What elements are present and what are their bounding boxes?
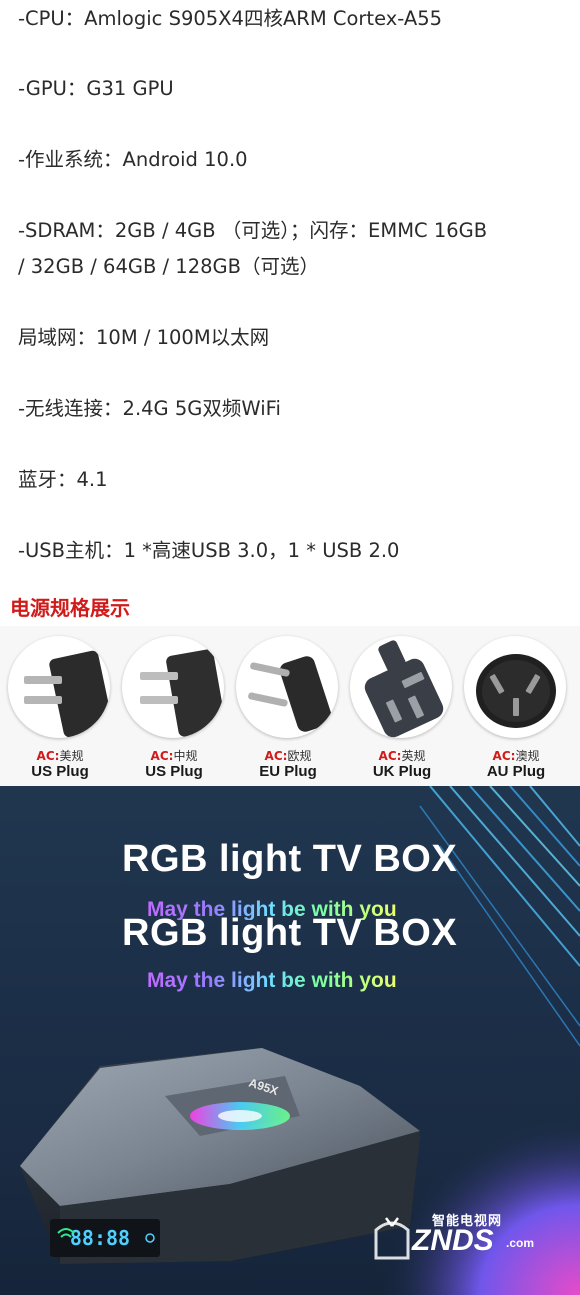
spec-list: -CPU：Amlogic S905X4四核ARM Cortex-A55 -GPU… [0,0,580,588]
uk-plug-image [350,636,452,738]
spec-cpu: -CPU：Amlogic S905X4四核ARM Cortex-A55 [18,7,443,30]
plug-name: AU Plug [486,763,546,780]
plug-us-2: AC:中规 US Plug [122,636,226,781]
eu-plug-image [236,636,338,738]
plug-ac-label: AC:美规 [36,749,84,763]
product-banner: 88:88 A95X RGB light TV BOX May the ligh… [0,786,580,1295]
plug-name: US Plug [31,763,89,780]
spec-os: -作业系统：Android 10.0 [18,148,248,171]
spec-bluetooth: 蓝牙：4.1 [18,468,108,491]
plug-au: AC:澳规 AU Plug [464,636,568,781]
plug-name: US Plug [145,763,203,780]
us-plug-image [122,636,224,738]
spec-sdram: -SDRAM：2GB / 4GB （可选）；闪存：EMMC 16GB [18,219,488,242]
banner-headline: RGB light TV BOX [122,838,458,880]
plug-uk: AC:英规 UK Plug [350,636,454,781]
box-display: 88:88 [70,1226,130,1250]
spec-gpu: -GPU：G31 GPU [18,77,174,100]
us-plug-image [8,636,110,738]
tv-box-image: 88:88 A95X [20,1048,420,1264]
banner-headline-repeat: RGB light TV BOX [122,912,458,954]
plug-ac-label: AC:英规 [378,749,426,763]
plug-name: EU Plug [259,763,317,780]
watermark-suffix: .com [506,1236,535,1250]
au-plug-image [464,636,566,738]
plug-us-1: AC:美规 US Plug [8,636,112,781]
spec-wifi: -无线连接：2.4G 5G双频WiFi [18,397,281,420]
spec-lan: 局域网：10M / 100M以太网 [18,326,270,349]
plug-ac-label: AC:欧规 [264,749,312,763]
tv-logo-icon [374,1217,410,1260]
plug-eu: AC:欧规 EU Plug [236,636,340,781]
znds-watermark: 智能电视网 ZNDS .com [372,1204,572,1274]
spec-usb: -USB主机：1 *高速USB 3.0，1 * USB 2.0 [18,539,400,562]
plug-ac-label: AC:中规 [150,749,198,763]
spec-storage: / 32GB / 64GB / 128GB（可选） [18,255,320,278]
plug-gallery: AC:美规 US Plug AC:中规 US Plug AC:欧规 EU Plu… [0,626,580,786]
banner-tagline-repeat: May the light be with you [147,969,397,992]
power-section-title: 电源规格展示 [10,596,130,620]
watermark-en: ZNDS [412,1224,494,1257]
plug-name: UK Plug [372,763,432,780]
plug-ac-label: AC:澳规 [492,749,540,763]
